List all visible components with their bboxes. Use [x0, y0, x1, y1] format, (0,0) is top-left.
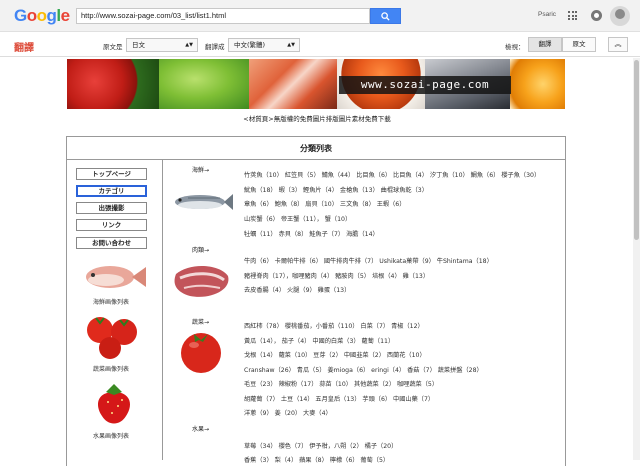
nav-category[interactable]: カテゴリ — [76, 185, 147, 197]
panel-title: 分類列表 — [300, 144, 332, 153]
logo-letter: G — [14, 6, 27, 25]
to-language-label: 翻譯成 — [205, 43, 225, 51]
category-fruit-items[interactable]: 草莓（34） 櫻色（7） 伊予柑，八朔（2） 橘子（20） — [244, 441, 397, 450]
category-meat-items[interactable]: 豬裡脊肉（17），咖哩豬肉（4） 豬胺肉（5） 培根（4） 雞（13） — [244, 271, 429, 280]
category-seafood-items[interactable]: 牡蠣（11） 赤貝（8） 鮭魚子（7） 海膽（14） — [244, 229, 379, 238]
side-fruit-label[interactable]: 水果画像列表 — [70, 431, 152, 440]
to-language-value: 中文(繁體) — [234, 41, 266, 49]
nav-contact[interactable]: お問い合わせ — [76, 237, 147, 249]
category-vegetable-image[interactable] — [170, 327, 234, 377]
category-vegetable-items[interactable]: 戈根（14） 蘿菜（10） 豆芽（2） 中國韭菜（2） 西蘭花（10） — [244, 350, 426, 359]
translate-bar: 翻譯 原文是 日文 ▲▼ 翻譯成 中文(繁體) ▲▼ 檢視： 翻譯 原文 ︽ — [0, 33, 640, 57]
page-caption[interactable]: <材質頁>無版權的免費圖片排版圖片素材免費下載 — [0, 113, 634, 123]
category-seafood-items[interactable]: 魷魚（18） 蝦（3） 鰹魚片（4） 金槍魚（13） 曲棍球魚乾（3） — [244, 185, 428, 194]
category-seafood-items[interactable]: 章魚（6） 鮑魚（8） 扇貝（10） 三文魚（8） 王蝦（6） — [244, 199, 405, 208]
from-language-value: 日文 — [132, 41, 145, 49]
side-fruit-image[interactable] — [90, 380, 138, 428]
category-meat-image[interactable] — [170, 256, 234, 306]
scrollbar[interactable] — [633, 58, 640, 460]
category-heading-meat[interactable]: 肉類→ — [192, 245, 209, 254]
avatar[interactable] — [610, 6, 630, 26]
chevron-down-icon: ▲▼ — [287, 42, 295, 48]
banner-site-name: www.sozai-page.com — [339, 76, 511, 94]
search-button[interactable] — [370, 8, 401, 24]
category-vegetable-items[interactable]: Cranshaw（26） 青瓜（5） 姜mioga（6） eringi（4） 香… — [244, 365, 483, 374]
from-language-label: 原文是 — [103, 43, 123, 51]
category-heading-vegetable[interactable]: 蔬菜→ — [192, 317, 209, 326]
logo-letter: o — [36, 6, 47, 25]
banner-lettuce-image — [159, 59, 249, 109]
chevron-down-icon: ▲▼ — [185, 42, 193, 48]
category-meat-items[interactable]: 去皮香腸（4） 火腿（9） 雞蛋（13） — [244, 285, 350, 294]
category-vegetable-items[interactable]: 西紅柿（78） 櫻桃番茄，小番茄（110） 白菜（7） 青椒（12） — [244, 321, 424, 330]
category-heading-seafood[interactable]: 海鮮→ — [192, 165, 209, 174]
collapse-button[interactable]: ︽ — [608, 37, 628, 52]
original-view-button[interactable]: 原文 — [562, 37, 596, 52]
banner-shrimp-image — [249, 59, 337, 109]
banner-tomato-image — [67, 59, 159, 109]
category-seafood-items[interactable]: 山炭蟹（6） 帝王蟹（11）， 蟹（10） — [244, 214, 351, 223]
side-seafood-label[interactable]: 海鮮画像列表 — [70, 297, 152, 306]
category-vegetable-items[interactable]: 毛豆（23） 辣椒粉（17） 蒜苗（10） 其他蔬菜（2） 咖哩蔬菜（5） — [244, 379, 438, 388]
logo-letter: e — [60, 6, 70, 25]
category-meat-items[interactable]: 牛肉（6） 卡爾帕牛排（6） 國牛排肉牛排（7） Ushikata菓帶（9） 牛… — [244, 256, 493, 265]
side-seafood-image[interactable] — [78, 257, 148, 293]
url-input[interactable]: http://www.sozai-page.com/03_list/list1.… — [76, 8, 370, 24]
divider — [67, 159, 565, 160]
category-vegetable-items[interactable]: 洋蔥（9） 姜（20） 大麥（4） — [244, 408, 332, 417]
category-vegetable-items[interactable]: 胡蘿蔔（7） 土豆（14） 五月皇后（13） 芋頭（6） 中國山藥（7） — [244, 394, 434, 403]
apps-grid-icon[interactable] — [568, 11, 577, 20]
user-name[interactable]: Psaric — [538, 11, 556, 18]
column-divider — [162, 160, 163, 460]
to-language-select[interactable]: 中文(繁體) ▲▼ — [228, 38, 300, 52]
banner-orange-image — [510, 59, 565, 109]
category-heading-fruit[interactable]: 水果→ — [192, 424, 209, 433]
category-vegetable-items[interactable]: 黃瓜（14）， 茄子（4） 中國的白菜（3） 蘿蔔（11） — [244, 336, 394, 345]
browser-toolbar: Google http://www.sozai-page.com/03_list… — [0, 0, 640, 32]
logo-letter: g — [46, 6, 57, 25]
category-seafood-items[interactable]: 竹莢魚（10） 紅笠貝（5） 鯖魚（44） 比目魚（6） 比目魚（4） 汐丁魚（… — [244, 170, 540, 179]
side-vegetable-label[interactable]: 蔬菜画像列表 — [70, 364, 152, 373]
side-vegetable-image[interactable] — [82, 312, 144, 360]
logo-letter: o — [26, 6, 37, 25]
nav-top-page[interactable]: トップページ — [76, 168, 147, 180]
chevron-up-icon: ︽ — [614, 40, 622, 48]
view-label: 檢視： — [505, 43, 525, 51]
nav-links[interactable]: リンク — [76, 219, 147, 231]
search-icon — [381, 11, 390, 21]
nav-photo-shoot[interactable]: 出張撮影 — [76, 202, 147, 214]
translate-logo: 翻譯 — [14, 43, 34, 54]
scrollbar-thumb[interactable] — [634, 60, 639, 240]
from-language-select[interactable]: 日文 ▲▼ — [126, 38, 198, 52]
category-seafood-image[interactable] — [170, 178, 234, 228]
google-logo[interactable]: Google — [14, 6, 70, 26]
account-icon[interactable] — [591, 10, 602, 21]
translated-view-button[interactable]: 翻譯 — [528, 37, 562, 52]
